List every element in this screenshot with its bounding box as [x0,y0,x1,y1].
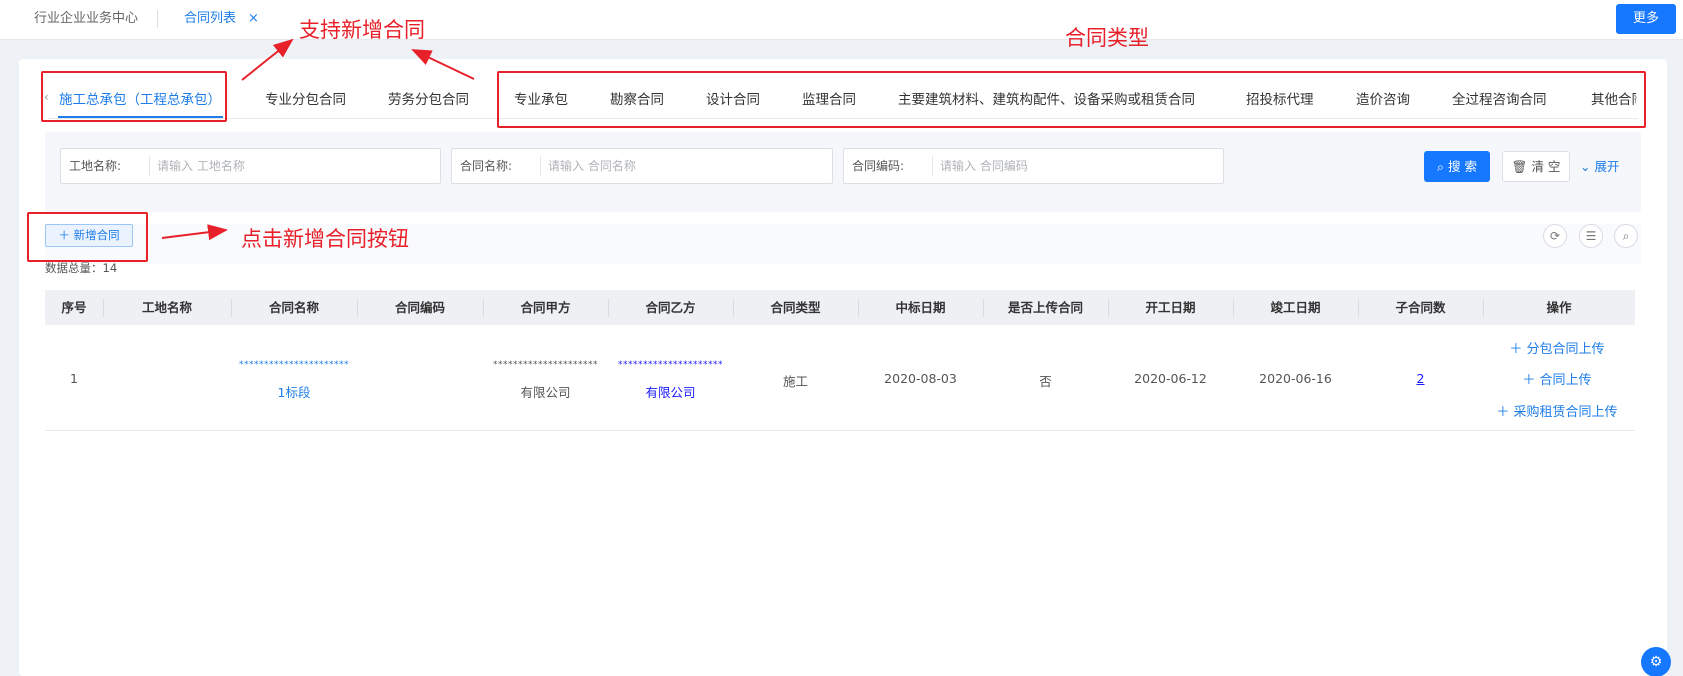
arrow-to-support-add [241,38,294,81]
arrow-to-support-add-2 [411,49,475,80]
arrow-to-add-button [161,224,228,241]
settings-gear-icon[interactable]: ⚙ [1641,647,1671,676]
annotation-arrows [161,38,475,241]
